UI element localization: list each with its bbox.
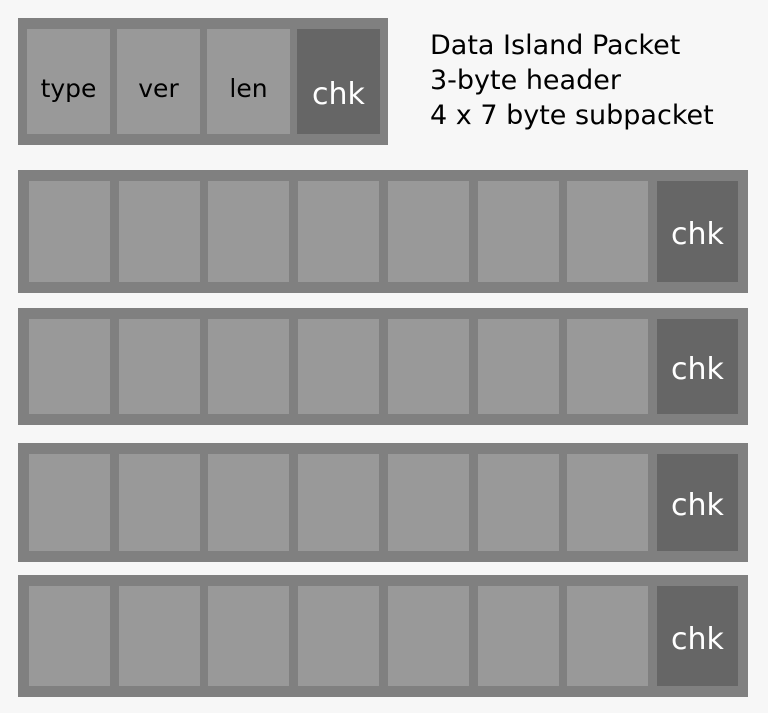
- subpacket-2-byte-7-cell: [567, 319, 648, 414]
- header-cell-ver-label: ver: [138, 73, 179, 103]
- header-cell-type: type: [27, 29, 110, 134]
- header-cell-chk-label: chk: [312, 76, 365, 112]
- subpacket-3-byte-2-cell: [119, 454, 200, 551]
- subpacket-row-4-bar: chk: [18, 575, 748, 697]
- subpacket-2-checksum-cell: chk: [657, 319, 738, 414]
- subpacket-3-byte-3-cell: [208, 454, 289, 551]
- header-packet-bar: type ver len chk: [18, 18, 388, 145]
- subpacket-1-byte-5-cell: [388, 181, 469, 282]
- subpacket-3-byte-7-cell: [567, 454, 648, 551]
- subpacket-2-byte-2-cell: [119, 319, 200, 414]
- subpacket-4-byte-6-cell: [478, 586, 559, 686]
- annotation-text-block: Data Island Packet 3-byte header 4 x 7 b…: [430, 28, 760, 133]
- subpacket-row-2-bar: chk: [18, 308, 748, 425]
- subpacket-1-checksum-cell-label: chk: [671, 217, 724, 253]
- header-cell-len-label: len: [229, 73, 268, 103]
- subpacket-1-byte-6-cell: [478, 181, 559, 282]
- annotation-line-subpacket: 4 x 7 byte subpacket: [430, 100, 714, 131]
- annotation-line-title: Data Island Packet: [430, 30, 681, 61]
- subpacket-3-byte-5-cell: [388, 454, 469, 551]
- subpacket-4-byte-2-cell: [119, 586, 200, 686]
- subpacket-3-checksum-cell-label: chk: [671, 487, 724, 523]
- subpacket-4-checksum-cell-label: chk: [671, 621, 724, 657]
- subpacket-1-byte-2-cell: [119, 181, 200, 282]
- subpacket-row-1-bar: chk: [18, 170, 748, 293]
- subpacket-2-byte-1-cell: [29, 319, 110, 414]
- header-cell-ver: ver: [117, 29, 200, 134]
- subpacket-4-byte-5-cell: [388, 586, 469, 686]
- subpacket-4-byte-4-cell: [298, 586, 379, 686]
- subpacket-1-checksum-cell: chk: [657, 181, 738, 282]
- subpacket-4-byte-3-cell: [208, 586, 289, 686]
- header-cell-len: len: [207, 29, 290, 134]
- subpacket-2-checksum-cell-label: chk: [671, 351, 724, 387]
- subpacket-3-byte-1-cell: [29, 454, 110, 551]
- subpacket-4-byte-1-cell: [29, 586, 110, 686]
- subpacket-1-byte-4-cell: [298, 181, 379, 282]
- subpacket-row-3-bar: chk: [18, 443, 748, 562]
- subpacket-2-byte-4-cell: [298, 319, 379, 414]
- subpacket-4-checksum-cell: chk: [657, 586, 738, 686]
- subpacket-2-byte-5-cell: [388, 319, 469, 414]
- subpacket-3-byte-4-cell: [298, 454, 379, 551]
- subpacket-1-byte-7-cell: [567, 181, 648, 282]
- subpacket-3-byte-6-cell: [478, 454, 559, 551]
- header-cell-chk: chk: [297, 29, 380, 134]
- subpacket-1-byte-3-cell: [208, 181, 289, 282]
- annotation-line-header: 3-byte header: [430, 65, 621, 96]
- subpacket-4-byte-7-cell: [567, 586, 648, 686]
- subpacket-2-byte-6-cell: [478, 319, 559, 414]
- header-cell-type-label: type: [40, 73, 97, 103]
- subpacket-1-byte-1-cell: [29, 181, 110, 282]
- subpacket-2-byte-3-cell: [208, 319, 289, 414]
- subpacket-3-checksum-cell: chk: [657, 454, 738, 551]
